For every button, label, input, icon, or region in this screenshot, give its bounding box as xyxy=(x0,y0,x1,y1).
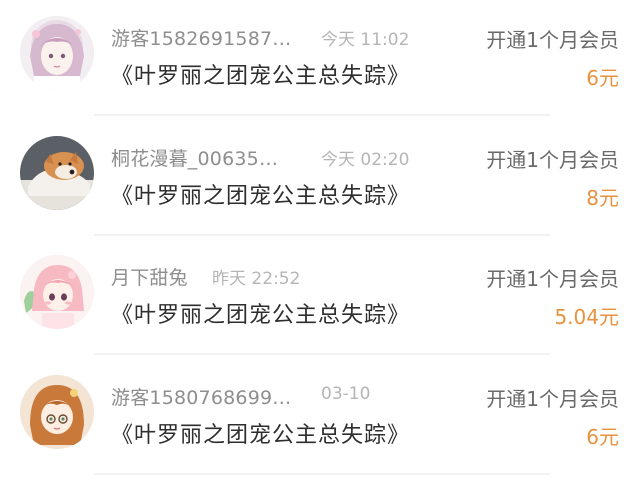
book-title[interactable]: 《叶罗丽之团宠公主总失踪》 xyxy=(111,297,410,329)
book-title[interactable]: 《叶罗丽之团宠公主总失踪》 xyxy=(111,178,410,210)
purchase-record-list: 游客1582691587… 今天 11:02 《叶罗丽之团宠公主总失踪》 开通1… xyxy=(0,0,640,481)
book-title[interactable]: 《叶罗丽之团宠公主总失踪》 xyxy=(111,58,410,90)
divider xyxy=(94,473,550,475)
list-item[interactable]: 游客1580768699… 03-10 《叶罗丽之团宠公主总失踪》 开通1个月会… xyxy=(0,355,640,475)
chibi-girl-avatar[interactable] xyxy=(20,255,94,329)
timestamp: 03-10 xyxy=(321,384,371,404)
membership-action: 开通1个月会员 xyxy=(486,387,619,411)
username: 游客1580768699… xyxy=(111,387,292,409)
list-item[interactable]: 月下甜兔 昨天 22:52 《叶罗丽之团宠公主总失踪》 开通1个月会员 5.04… xyxy=(0,235,640,355)
list-item[interactable]: 桐花漫暮_00635… 今天 02:20 《叶罗丽之团宠公主总失踪》 开通1个月… xyxy=(0,116,640,236)
price: 8元 xyxy=(586,186,619,210)
timestamp: 今天 02:20 xyxy=(321,150,410,170)
shiba-dog-avatar[interactable] xyxy=(20,136,94,210)
timestamp: 今天 11:02 xyxy=(321,30,410,50)
membership-action: 开通1个月会员 xyxy=(486,28,619,52)
book-title[interactable]: 《叶罗丽之团宠公主总失踪》 xyxy=(111,417,410,449)
brown-hair-anime-girl-avatar[interactable] xyxy=(20,375,94,449)
anime-girl-pink-hair-avatar[interactable] xyxy=(20,16,94,90)
username: 游客1582691587… xyxy=(111,28,292,50)
price: 5.04元 xyxy=(554,305,619,329)
membership-action: 开通1个月会员 xyxy=(486,148,619,172)
membership-action: 开通1个月会员 xyxy=(486,267,619,291)
username: 桐花漫暮_00635… xyxy=(111,148,279,170)
price: 6元 xyxy=(586,66,619,90)
username: 月下甜兔 xyxy=(111,267,188,289)
list-item[interactable]: 游客1582691587… 今天 11:02 《叶罗丽之团宠公主总失踪》 开通1… xyxy=(0,0,640,116)
price: 6元 xyxy=(586,425,619,449)
timestamp: 昨天 22:52 xyxy=(212,269,301,289)
